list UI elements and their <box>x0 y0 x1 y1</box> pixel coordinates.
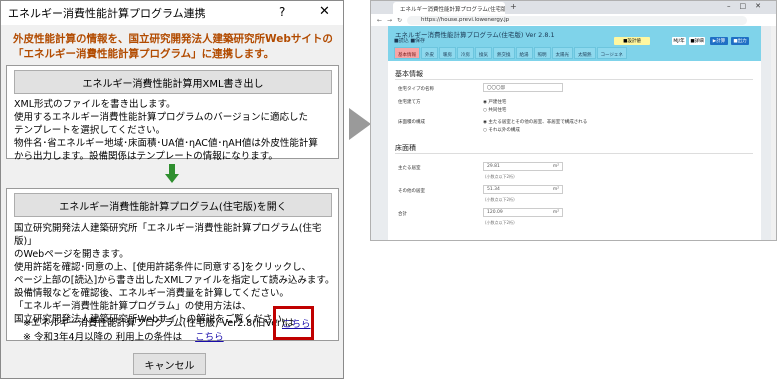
tab-hot-water[interactable]: 給湯 <box>515 47 533 59</box>
radio-label: 共同住宅 <box>488 108 507 113</box>
radio-label: それ以外の構成 <box>488 128 520 133</box>
other-room-area-input[interactable]: 51.34 m² <box>483 185 563 194</box>
nav-buttons[interactable]: ←→↻ <box>377 17 407 24</box>
tab-ventilation[interactable]: 換気 <box>475 47 492 59</box>
lead-line: 「エネルギー消費性能計算プログラム」に連携します。 <box>13 48 275 60</box>
close-button[interactable]: ✕ <box>319 4 330 19</box>
text-line: ページ上部の[読込]から書き出したXMLファイルを指定して読み込みます。 <box>14 275 335 286</box>
export-xml-button[interactable]: エネルギー消費性能計算用XML書き出し <box>14 70 332 94</box>
old-version-link[interactable]: こちら <box>282 316 311 330</box>
input-value: 51.34 <box>487 187 500 192</box>
text-line: 使用するエネルギー消費性能計算プログラムのバージョンに適応した <box>14 112 309 123</box>
section-floor-area: 床面積 <box>395 144 416 152</box>
text-line: テンプレートを選択してください。 <box>14 125 166 136</box>
tab-solar-pv[interactable]: 太陽光 <box>551 47 573 59</box>
terms-link[interactable]: こちら <box>195 332 224 343</box>
new-tab-button[interactable]: + <box>510 2 517 11</box>
field-label: 住宅建て方 <box>398 100 421 105</box>
web-page: エネルギー消費性能計算プログラム(住宅版) Ver 2.8.1 ■読込 ■保存 … <box>371 26 776 240</box>
tab-envelope[interactable]: 外皮 <box>421 47 438 59</box>
browser-tab[interactable]: エネルギー消費性能計算プログラム(住宅版) <box>393 2 505 14</box>
text-line: 物件名･省エネルギー地域･床面積･UA値･ηAC値･ηAH値は外皮性能計算 <box>14 138 318 149</box>
page-tabs: 基本情報 外皮 暖房 冷房 換気 熱交換 給湯 照明 太陽光 太陽熱 コージェネ <box>394 47 627 59</box>
down-arrow-icon <box>165 164 179 183</box>
field-label: 主たる居室 <box>398 166 421 171</box>
open-program-button[interactable]: エネルギー消費性能計算プログラム(住宅版)を開く <box>14 193 332 217</box>
radio-label: 戸建住宅 <box>488 100 507 105</box>
design-value-button[interactable]: ■設計値 <box>614 37 650 45</box>
tab-basic[interactable]: 基本情報 <box>394 47 420 59</box>
link-dialog: エネルギー消費性能計算プログラム連携 ? ✕ 外皮性能計算の情報を、国立研究開発… <box>0 0 344 379</box>
detail-button[interactable]: ■詳細 <box>689 37 705 45</box>
hint: (小数点以下2桁) <box>485 174 515 179</box>
divider <box>395 153 753 154</box>
unit: m² <box>552 187 559 192</box>
hint: (小数点以下2桁) <box>485 220 515 225</box>
tab-bar: エネルギー消費性能計算プログラム(住宅版) + –□✕ <box>371 1 776 14</box>
cancel-button[interactable]: キャンセル <box>133 353 206 375</box>
radio-other-composition[interactable]: ○ それ以外の構成 <box>483 127 520 133</box>
text-line: 使用許諾を確認･同意の上、[使用許諾条件に同意する]をクリックし、 <box>14 262 312 273</box>
address-row: ←→↻ https://house.previ.lowenergy.jp <box>371 14 776 26</box>
tab-heat-exchange[interactable]: 熱交換 <box>493 47 515 59</box>
divider <box>395 79 753 80</box>
unit-label: MJ/年 <box>672 37 686 45</box>
field-label: その他の居室 <box>398 189 425 194</box>
text-line: XML形式のファイルを書き出します。 <box>14 99 176 110</box>
unit: m² <box>552 164 559 169</box>
lead-line: 外皮性能計算の情報を、国立研究開発法人建築研究所Webサイトの <box>13 33 333 45</box>
main-room-area-input[interactable]: 29.81 m² <box>483 162 563 171</box>
unit: m² <box>552 210 559 215</box>
field-label: 床面積の構成 <box>398 120 425 125</box>
scrollbar[interactable] <box>771 26 776 240</box>
text-line: のWebページを開きます。 <box>14 249 129 260</box>
load-save-buttons[interactable]: ■読込 ■保存 <box>394 37 425 44</box>
input-value: 29.81 <box>487 164 500 169</box>
export-description: XML形式のファイルを書き出します。 使用するエネルギー消費性能計算プログラムの… <box>14 98 318 163</box>
tab-solar-thermal[interactable]: 太陽熱 <box>574 47 596 59</box>
calculate-button[interactable]: ▶計算 <box>710 37 728 45</box>
address-bar[interactable]: https://house.previ.lowenergy.jp <box>407 16 747 25</box>
radio-label: 主たる居室とその他の居室、非居室で構成される <box>488 120 588 125</box>
input-value: 120.09 <box>487 210 503 215</box>
export-panel: エネルギー消費性能計算用XML書き出し XML形式のファイルを書き出します。 使… <box>6 65 339 162</box>
window-controls[interactable]: –□✕ <box>727 2 770 10</box>
help-button[interactable]: ? <box>279 5 285 19</box>
terms-note-text: ※ 令和3年4月以降の 利用上の条件は <box>23 332 183 343</box>
radio-detached[interactable]: ◉ 戸建住宅 <box>483 99 506 105</box>
field-label: 住宅タイプの名称 <box>398 87 434 92</box>
form-content: 基本情報 住宅タイプの名称 〇〇〇邸 住宅建て方 ◉ 戸建住宅 ○ 共同住宅 床… <box>388 61 761 240</box>
radio-room-composition[interactable]: ◉ 主たる居室とその他の居室、非居室で構成される <box>483 119 587 125</box>
browser-window: エネルギー消費性能計算プログラム(住宅版) + –□✕ ←→↻ https://… <box>370 0 777 241</box>
hint: (小数点以下2桁) <box>485 197 515 202</box>
tab-heating[interactable]: 暖房 <box>439 47 456 59</box>
text-line: 国立研究開発法人建築研究所「エネルギー消費性能計算プログラム(住宅版)」 <box>14 223 322 247</box>
terms-note: ※ 令和3年4月以降の 利用上の条件は こちら <box>23 329 224 343</box>
text-line: 設備情報などを確認後、エネルギー消費量を計算してください。 <box>14 288 289 299</box>
field-label: 合計 <box>398 212 407 217</box>
old-version-note: ※エネルギー消費性能計算プログラム(住宅版) Ver2.8(旧Ver)は <box>23 318 295 329</box>
section-basic: 基本情報 <box>395 70 423 78</box>
app-header: エネルギー消費性能計算プログラム(住宅版) Ver 2.8.1 ■読込 ■保存 … <box>388 26 761 61</box>
highlight-box: こちら <box>273 306 314 340</box>
tab-lighting[interactable]: 照明 <box>533 47 551 59</box>
output-button[interactable]: ■出力 <box>731 37 749 45</box>
lead-text: 外皮性能計算の情報を、国立研究開発法人建築研究所Webサイトの 「エネルギー消費… <box>13 32 338 62</box>
radio-apartment[interactable]: ○ 共同住宅 <box>483 107 506 113</box>
text-line: から出力します。設備関係はテンプレートの情報になります。 <box>14 151 278 162</box>
total-area-input[interactable]: 120.09 m² <box>483 208 563 217</box>
tab-cogeneration[interactable]: コージェネ <box>596 47 627 59</box>
house-type-name-input[interactable]: 〇〇〇邸 <box>483 83 563 92</box>
dialog-title: エネルギー消費性能計算プログラム連携 <box>8 7 206 20</box>
dialog-titlebar: エネルギー消費性能計算プログラム連携 ? ✕ <box>1 1 343 25</box>
tab-cooling[interactable]: 冷房 <box>457 47 474 59</box>
